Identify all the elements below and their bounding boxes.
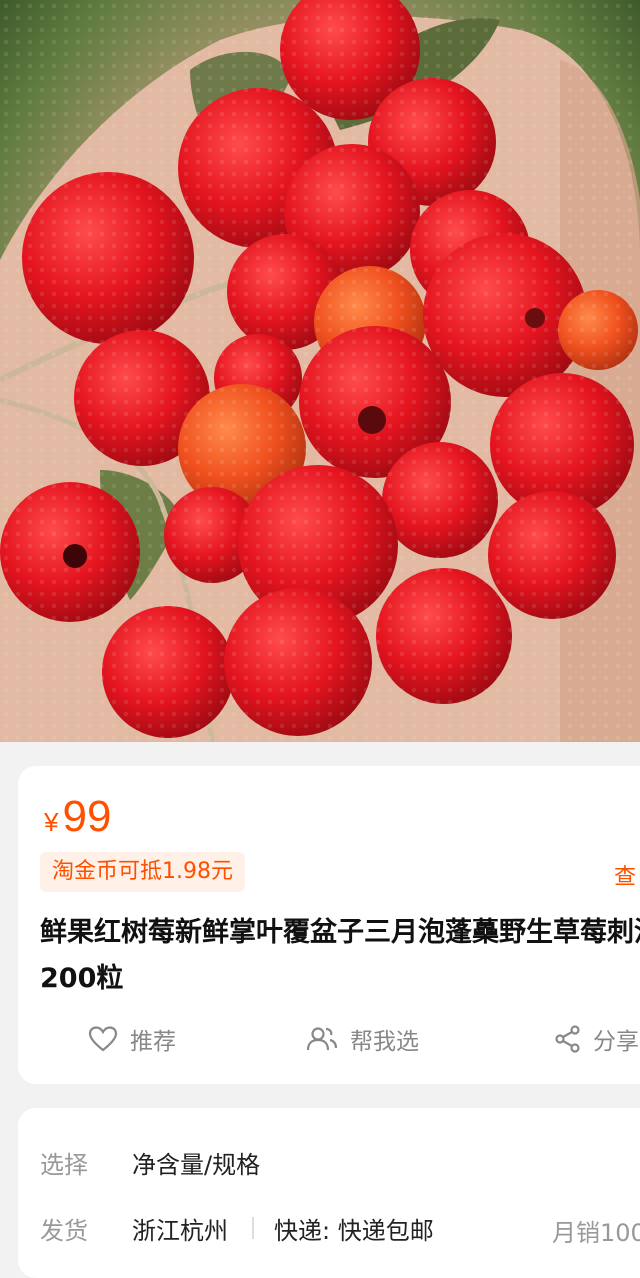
raspberry-photo — [0, 0, 640, 742]
coin-detail-link[interactable]: 查 — [614, 859, 636, 891]
currency-symbol: ¥ — [44, 807, 59, 837]
product-price: ¥ 99 — [44, 792, 111, 842]
action-bar: 推荐 帮我选 分享 — [18, 1022, 640, 1062]
share-icon — [555, 1025, 580, 1053]
product-info-card: ¥ 99 淘金币可抵1.98元 查 鲜果红树莓新鲜掌叶覆盆子三月泡蓬蘽野生草莓刺… — [18, 766, 640, 1084]
share-label: 分享 — [593, 1029, 639, 1055]
heart-icon — [88, 1026, 118, 1052]
monthly-sales: 月销100 — [552, 1219, 640, 1247]
recommend-button[interactable]: 推荐 — [88, 1022, 176, 1056]
product-image[interactable] — [0, 0, 640, 742]
shipping-location: 浙江杭州 — [132, 1216, 228, 1245]
delivery-method: 快递: 快递包邮 — [274, 1216, 434, 1245]
help-choose-label: 帮我选 — [350, 1029, 419, 1055]
people-icon — [306, 1027, 338, 1051]
shipping-label: 发货 — [40, 1216, 88, 1245]
select-label: 选择 — [40, 1150, 88, 1179]
shipping-row[interactable]: 发货 浙江杭州 快递: 快递包邮 — [40, 1208, 434, 1248]
share-button[interactable]: 分享 — [555, 1022, 639, 1056]
divider — [252, 1217, 254, 1239]
help-choose-button[interactable]: 帮我选 — [306, 1022, 419, 1056]
product-title: 鲜果红树莓新鲜掌叶覆盆子三月泡蓬蘽野生草莓刺泡200粒 — [40, 917, 640, 994]
select-value: 净含量/规格 — [132, 1150, 261, 1179]
recommend-label: 推荐 — [130, 1029, 176, 1055]
price-value: 99 — [62, 792, 112, 841]
coin-discount-badge[interactable]: 淘金币可抵1.98元 — [40, 852, 245, 892]
spec-card: 选择 净含量/规格 发货 浙江杭州 快递: 快递包邮 月销100 — [18, 1108, 640, 1278]
select-spec-row[interactable]: 选择 净含量/规格 — [40, 1142, 260, 1182]
